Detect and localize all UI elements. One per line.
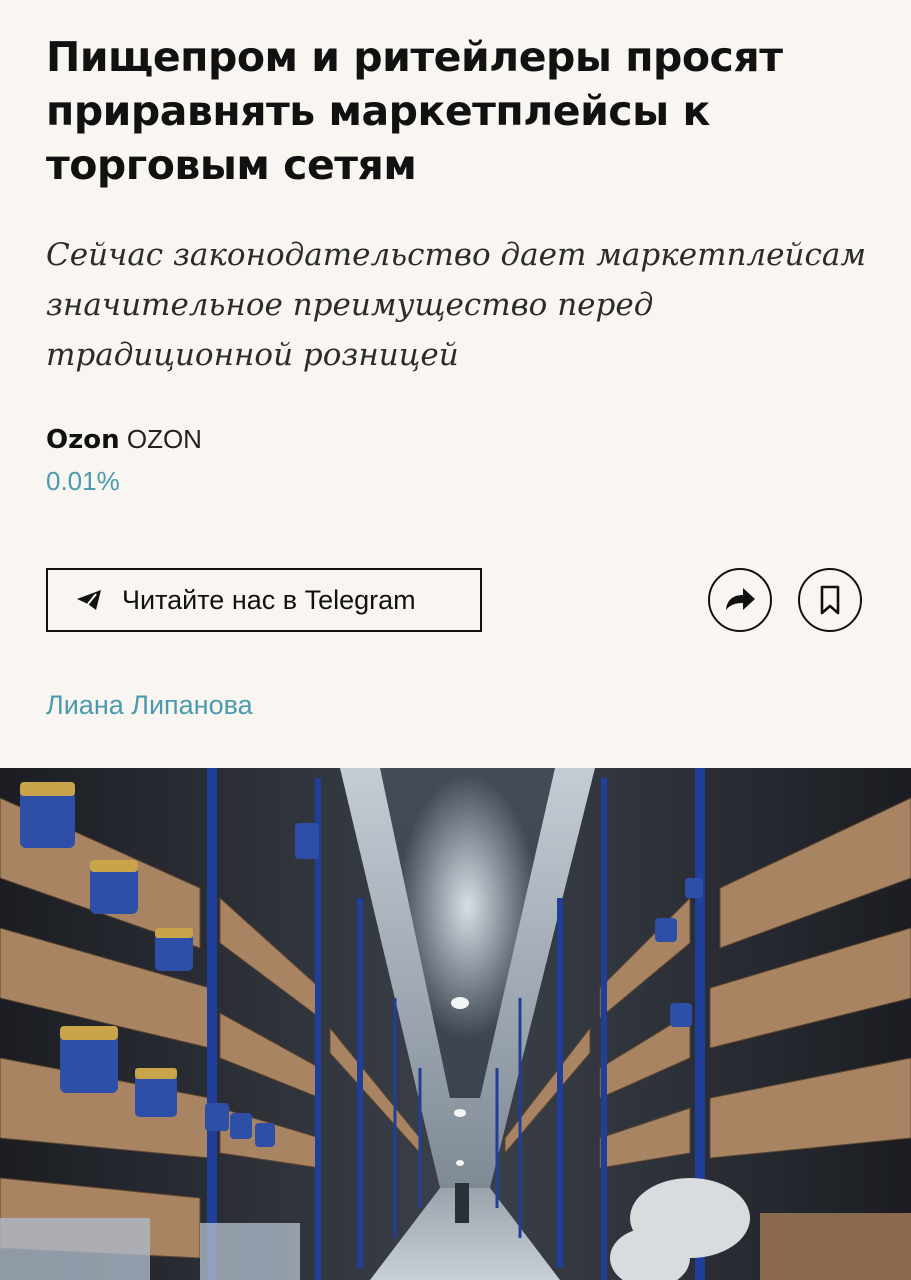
bookmark-icon: [820, 585, 840, 615]
ticker-code: OZON: [126, 424, 202, 454]
telegram-button-label: Читайте нас в Telegram: [122, 584, 416, 615]
article-headline: Пищепром и ритейлеры просят приравнять м…: [46, 33, 783, 189]
article-photo: [0, 768, 911, 1280]
share-arrow-icon: [726, 588, 755, 610]
bookmark-button[interactable]: [798, 568, 862, 632]
article-subtitle: Сейчас законодательство дает маркетплейс…: [46, 237, 867, 373]
ticker-change: 0.01%: [46, 466, 120, 496]
ticker-link[interactable]: Ozon OZON: [46, 424, 202, 455]
telegram-button[interactable]: Читайте нас в Telegram: [46, 568, 482, 632]
ticker-name: Ozon: [46, 425, 120, 455]
author-link[interactable]: Лиана Липанова: [46, 690, 253, 721]
telegram-icon: [77, 590, 101, 610]
share-button[interactable]: [708, 568, 772, 632]
